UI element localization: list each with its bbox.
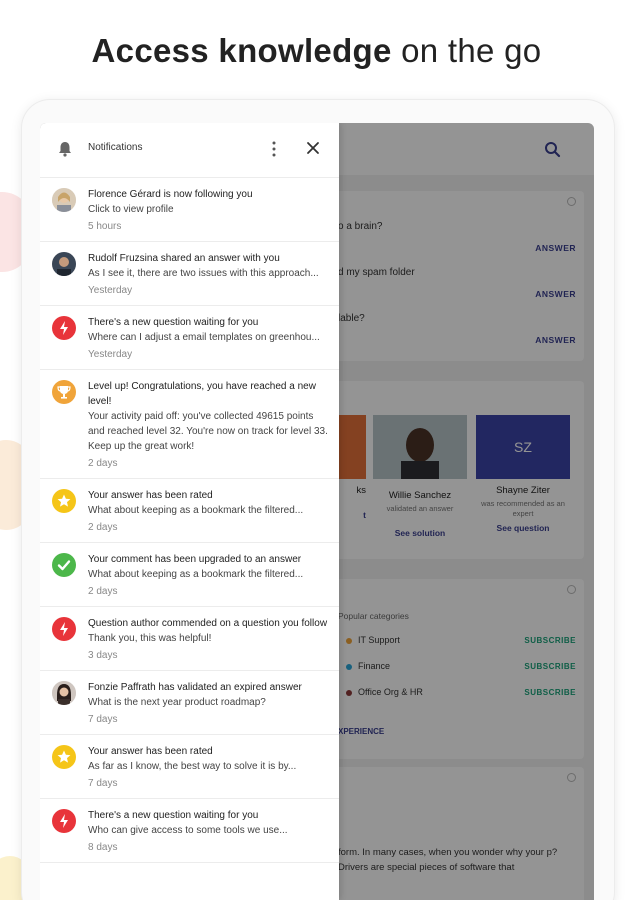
notification-body: What about keeping as a bookmark the fil… xyxy=(88,569,304,580)
drawer-header: Notifications xyxy=(40,123,339,178)
avatar xyxy=(52,188,76,212)
lightning-icon xyxy=(52,809,76,833)
headline-rest: on the go xyxy=(391,32,542,69)
notification-body: As far as I know, the best way to solve … xyxy=(88,761,297,772)
notification-title: There's a new question waiting for you xyxy=(88,810,259,821)
notifications-drawer: Notifications Florence Gérard is now fol… xyxy=(40,123,339,900)
notification-title: Florence Gérard is now following you xyxy=(88,189,253,200)
notification-title: There's a new question waiting for you xyxy=(88,317,259,328)
lightning-icon xyxy=(52,617,76,641)
notification-title: Your answer has been rated xyxy=(88,490,213,501)
notification-item[interactable]: Level up! Congratulations, you have reac… xyxy=(40,370,339,479)
notification-body: Who can give access to some tools we use… xyxy=(88,825,288,836)
notification-body: Click to view profile xyxy=(88,204,174,215)
notification-time: Yesterday xyxy=(88,349,133,360)
notification-body: What about keeping as a bookmark the fil… xyxy=(88,505,304,516)
avatar xyxy=(52,252,76,276)
notification-body: Thank you, this was helpful! xyxy=(88,633,212,644)
notification-title: Level up! Congratulations, you have reac… xyxy=(88,381,316,407)
lightning-icon xyxy=(52,316,76,340)
trophy-icon xyxy=(52,380,76,404)
drawer-title: Notifications xyxy=(88,142,143,153)
notification-title: Fonzie Paffrath has validated an expired… xyxy=(88,682,302,693)
notification-title: Question author commended on a question … xyxy=(88,618,328,629)
close-icon[interactable] xyxy=(304,139,322,157)
notification-time: 2 days xyxy=(88,586,118,597)
headline-bold: Access knowledge xyxy=(91,32,392,69)
headline: Access knowledge on the go xyxy=(0,32,633,70)
notification-item[interactable]: Your answer has been rated As far as I k… xyxy=(40,735,339,799)
notification-time: 7 days xyxy=(88,778,118,789)
notification-item[interactable]: There's a new question waiting for you W… xyxy=(40,306,339,370)
notification-title: Rudolf Fruzsina shared an answer with yo… xyxy=(88,253,280,264)
more-vertical-icon[interactable] xyxy=(266,139,282,159)
notification-time: 7 days xyxy=(88,714,118,725)
notification-title: Your answer has been rated xyxy=(88,746,213,757)
notification-item[interactable]: Florence Gérard is now following you Cli… xyxy=(40,178,339,242)
notification-time: Yesterday xyxy=(88,285,133,296)
notification-title: Your comment has been upgraded to an ans… xyxy=(88,554,302,565)
avatar xyxy=(52,681,76,705)
notification-body: Where can I adjust a email templates on … xyxy=(88,332,320,343)
notification-item[interactable]: There's a new question waiting for you W… xyxy=(40,799,339,863)
notification-time: 5 hours xyxy=(88,221,122,232)
notification-item[interactable]: Fonzie Paffrath has validated an expired… xyxy=(40,671,339,735)
notification-body: Your activity paid off: you've collected… xyxy=(88,411,328,452)
notification-item[interactable]: Question author commended on a question … xyxy=(40,607,339,671)
star-icon xyxy=(52,745,76,769)
notification-list: Florence Gérard is now following you Cli… xyxy=(40,178,339,863)
notification-body: As I see it, there are two issues with t… xyxy=(88,268,319,279)
notification-body: What is the next year product roadmap? xyxy=(88,697,266,708)
notification-time: 2 days xyxy=(88,458,118,469)
notification-item[interactable]: Your comment has been upgraded to an ans… xyxy=(40,543,339,607)
notification-item[interactable]: Rudolf Fruzsina shared an answer with yo… xyxy=(40,242,339,306)
notification-time: 3 days xyxy=(88,650,118,661)
star-icon xyxy=(52,489,76,513)
notification-time: 2 days xyxy=(88,522,118,533)
check-icon xyxy=(52,553,76,577)
notification-time: 8 days xyxy=(88,842,118,853)
bell-icon xyxy=(59,142,71,157)
notification-item[interactable]: Your answer has been rated What about ke… xyxy=(40,479,339,543)
tablet-screen: o a brain? ANSWER d my spam folder ANSWE… xyxy=(40,123,594,900)
